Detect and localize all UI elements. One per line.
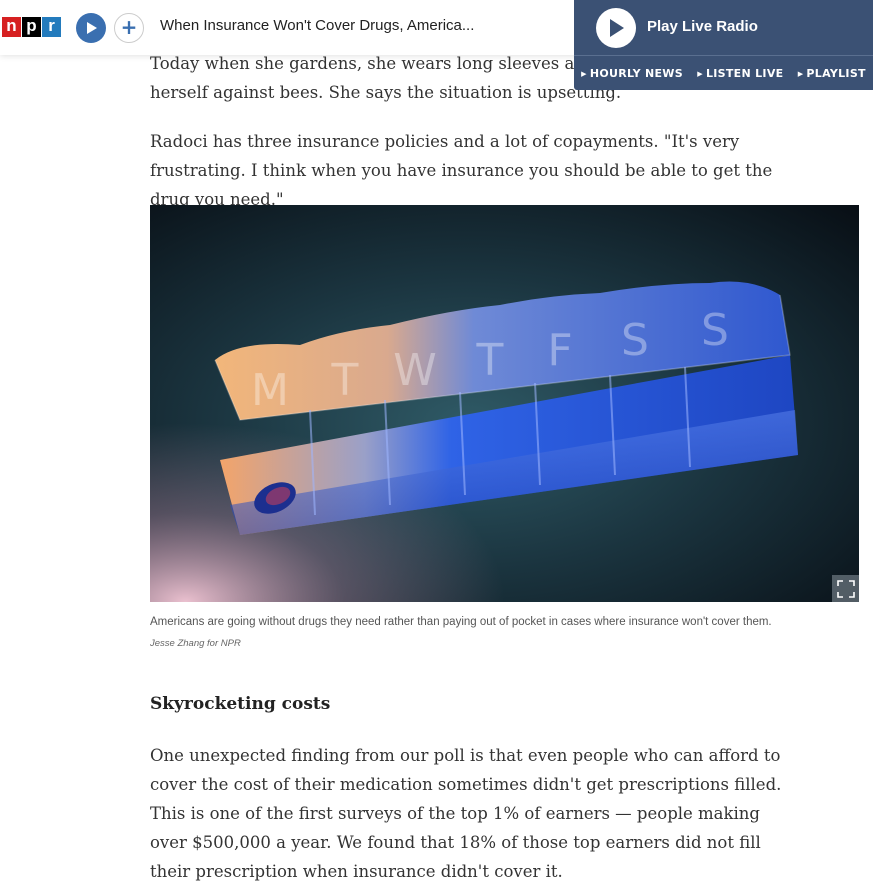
play-icon — [610, 19, 624, 37]
play-story-button[interactable] — [76, 13, 106, 43]
add-to-playlist-button[interactable]: + — [114, 13, 144, 43]
play-icon — [87, 22, 97, 34]
live-radio-panel: Play Live Radio ▶ HOURLY NEWS ▶ LISTEN LIV… — [574, 0, 873, 90]
article-paragraph: One unexpected finding from our poll is … — [150, 746, 782, 881]
lid-letter-s: S — [701, 305, 729, 356]
play-circle — [596, 8, 636, 48]
expand-icon — [836, 579, 855, 598]
story-title: When Insurance Won't Cover Drugs, Americ… — [160, 17, 475, 34]
play-live-radio-button[interactable]: Play Live Radio — [574, 0, 873, 56]
lid-letter-t: T — [476, 335, 504, 386]
play-live-radio-label: Play Live Radio — [647, 18, 758, 35]
lid-letter-s: S — [621, 315, 649, 366]
hourly-news-link[interactable]: ▶ HOURLY NEWS — [581, 67, 683, 80]
radio-nav: ▶ HOURLY NEWS ▶ LISTEN LIVE ▶ PLAYLIST — [574, 56, 873, 90]
triangle-icon: ▶ — [697, 69, 703, 78]
playlist-link[interactable]: ▶ PLAYLIST — [798, 67, 866, 80]
article-illustration[interactable]: M T W T F S S — [150, 205, 859, 602]
npr-logo[interactable]: n p r — [2, 17, 62, 37]
lid-letter-m: M — [251, 365, 289, 416]
triangle-icon: ▶ — [581, 69, 587, 78]
logo-letter: n — [2, 17, 21, 37]
section-heading: Skyrocketing costs — [150, 694, 331, 714]
expand-image-button[interactable] — [832, 575, 859, 602]
pill-organizer-illustration: M T W T F S S — [150, 205, 859, 602]
image-caption: Americans are going without drugs they n… — [150, 616, 772, 628]
lid-letter-w: W — [393, 345, 437, 396]
logo-letter: p — [22, 17, 41, 37]
triangle-icon: ▶ — [797, 69, 804, 78]
lid-letter-f: F — [547, 325, 572, 376]
article-paragraph: Radoci has three insurance policies and … — [150, 132, 773, 209]
logo-letter: r — [42, 17, 61, 37]
image-credit: Jesse Zhang for NPR — [150, 638, 241, 649]
lid-letter-t: T — [331, 355, 359, 406]
listen-live-link[interactable]: ▶ LISTEN LIVE — [697, 67, 783, 80]
